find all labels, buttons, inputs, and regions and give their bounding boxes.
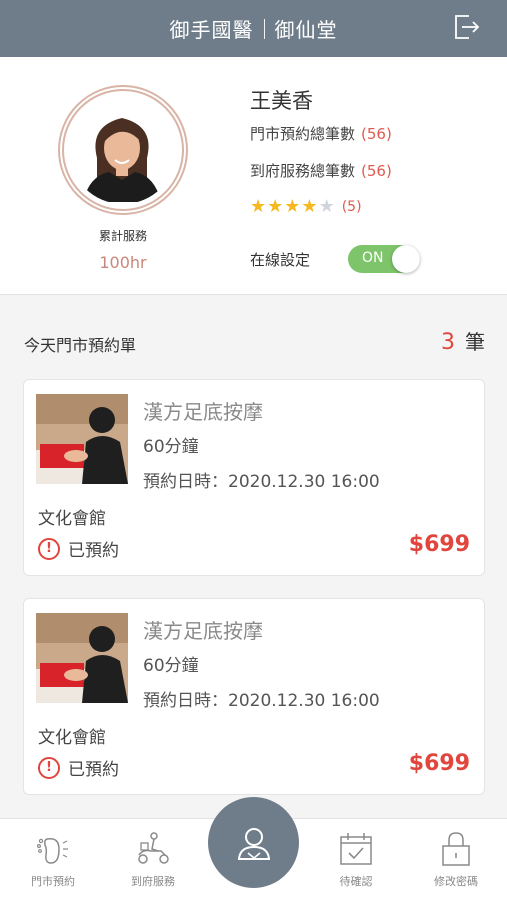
alert-icon: ! [38,537,60,560]
online-setting-label: 在線設定 [250,251,311,269]
scooter-icon [138,832,169,864]
alert-icon: ! [38,756,60,779]
home-service-stat: 到府服務總筆數 (56) [250,160,392,181]
tab-label: 修改密碼 [434,875,478,888]
store-booking-count: (56) [361,125,392,143]
app-title: 御手國醫 御仙堂 [170,14,338,43]
today-bookings-title: 今天門市預約單 [24,336,137,355]
toggle-state: ON [362,250,384,266]
service-duration: 60分鐘 [143,656,199,676]
store-booking-label: 門市預約總筆數 [250,125,356,143]
booking-price: $699 [408,751,470,776]
tab-label: 到府服務 [131,875,175,888]
star-icon: ★ [301,196,318,217]
app-header: 御手國醫 御仙堂 [0,0,507,57]
tab-label: 門市預約 [31,875,75,888]
profile-card: 累計服務 100hr 王美香 門市預約總筆數 (56) 到府服務總筆數 (56) ★… [0,57,507,295]
tab-pending[interactable]: 待確認 [308,829,404,889]
booking-price: $699 [408,532,470,557]
service-name: 漢方足底按摩 [143,400,263,424]
brand-name-left: 御手國醫 [169,18,254,42]
lock-icon [442,832,470,866]
booking-time: 預約日時：2020.12.30 16:00 [143,472,380,492]
venue-name: 文化會館 [38,509,106,529]
online-toggle[interactable]: ON [348,245,420,273]
avatar-frame [58,85,188,215]
foot-icon [36,837,68,864]
service-photo [36,613,128,703]
service-duration: 60分鐘 [143,437,199,457]
booking-time: 預約日時：2020.12.30 16:00 [143,691,380,711]
store-booking-stat: 門市預約總筆數 (56) [250,123,392,144]
star-icon: ★ [267,196,284,217]
service-label: 累計服務 [98,229,147,243]
logout-icon[interactable] [451,12,481,42]
service-photo [36,394,128,484]
venue-name: 文化會館 [38,728,106,748]
booking-card[interactable]: 漢方足底按摩 60分鐘 預約日時：2020.12.30 16:00 文化會館 !… [23,598,485,795]
star-empty-icon: ★ [318,196,335,217]
profile-center-button[interactable] [208,797,299,888]
user-icon [237,827,270,860]
rating-count: (5) [341,199,362,215]
booking-count-unit: 筆 [465,330,485,354]
star-icon: ★ [284,196,301,217]
toggle-knob [392,245,420,273]
rating: ★ ★ ★ ★ ★ (5) [250,198,362,216]
service-hours: 100hr [99,253,147,272]
avatar[interactable] [69,96,177,204]
booking-count: 3 筆 [441,326,485,355]
booking-count-number: 3 [441,330,455,355]
star-icon: ★ [250,196,267,217]
booking-status: ! 已預約 [38,536,119,561]
home-service-count: (56) [361,162,392,180]
tab-change-password[interactable]: 修改密碼 [408,829,504,889]
calendar-check-icon [340,833,372,865]
booking-status-label: 已預約 [68,760,119,780]
service-name: 漢方足底按摩 [143,619,263,643]
tab-store-booking[interactable]: 門市預約 [5,829,101,889]
home-service-label: 到府服務總筆數 [250,162,356,180]
tab-label: 待確認 [339,875,373,888]
booking-status-label: 已預約 [68,541,119,561]
title-divider [263,18,265,39]
booking-status: ! 已預約 [38,755,119,780]
tab-home-service[interactable]: 到府服務 [105,829,201,889]
staff-name: 王美香 [250,89,313,113]
brand-name-right: 御仙堂 [274,18,338,42]
booking-card[interactable]: 漢方足底按摩 60分鐘 預約日時：2020.12.30 16:00 文化會館 !… [23,379,485,576]
